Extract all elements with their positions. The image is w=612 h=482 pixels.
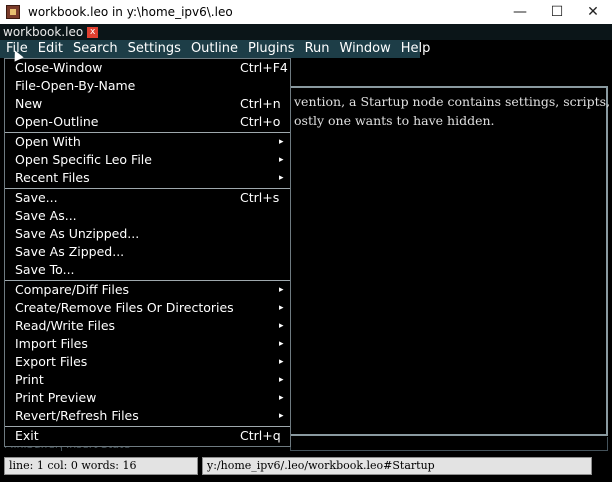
menu-item-label: Create/Remove Files Or Directories [15,300,234,315]
menu-item-recent-files[interactable]: Recent Files ▸ [5,169,290,187]
submenu-arrow-icon: ▸ [279,357,284,367]
menu-window[interactable]: Window [335,40,396,58]
menu-item-label: Save As Unzipped... [15,226,140,241]
menu-item-shortcut: Ctrl+s [240,190,280,205]
body-pane[interactable] [290,86,608,436]
menu-plugins[interactable]: Plugins [243,40,300,58]
menu-item-label: Save As... [15,208,77,223]
menu-item-shortcut: Ctrl+n [240,96,281,111]
menu-item-label: Open Specific Leo File [15,152,152,167]
minimize-button[interactable]: — [505,0,535,24]
file-menu-dropdown: Close-Window Ctrl+F4 File-Open-By-Name N… [4,58,291,447]
submenu-arrow-icon: ▸ [279,411,284,421]
menu-bar: File Edit Search Settings Outline Plugin… [0,40,430,58]
menu-item-export-files[interactable]: Export Files ▸ [5,353,290,371]
menu-item-print-preview[interactable]: Print Preview ▸ [5,389,290,407]
menu-settings[interactable]: Settings [123,40,186,58]
menu-item-import-files[interactable]: Import Files ▸ [5,335,290,353]
body-text[interactable]: vention, a Startup node contains setting… [294,92,612,130]
submenu-arrow-icon: ▸ [279,137,284,147]
tab-label: workbook.leo [3,25,84,39]
menu-item-save-to[interactable]: Save To... [5,261,290,279]
menu-outline[interactable]: Outline [186,40,243,58]
menu-item-label: Compare/Diff Files [15,282,130,297]
menu-item-label: Open With [15,134,81,149]
body-line-1: vention, a Startup node contains setting… [294,94,612,109]
menu-item-label: Print Preview [15,390,97,405]
menu-item-shortcut: Ctrl+o [240,114,281,129]
menu-item-print[interactable]: Print ▸ [5,371,290,389]
menu-item-label: Open-Outline [15,114,99,129]
menu-item-compare-diff-files[interactable]: Compare/Diff Files ▸ [5,281,290,299]
minibuffer-input[interactable] [290,437,608,451]
submenu-arrow-icon: ▸ [279,339,284,349]
menu-run[interactable]: Run [300,40,335,58]
menu-item-label: Exit [15,428,39,443]
submenu-arrow-icon: ▸ [279,155,284,165]
menu-item-file-open-by-name[interactable]: File-Open-By-Name [5,77,290,95]
menu-item-close-window[interactable]: Close-Window Ctrl+F4 [5,59,290,77]
menu-item-label: Export Files [15,354,88,369]
menu-item-label: Save... [15,190,58,205]
menu-help[interactable]: Help [396,40,436,58]
menu-item-read-write-files[interactable]: Read/Write Files ▸ [5,317,290,335]
menu-item-label: Save To... [15,262,75,277]
menu-item-label: Save As Zipped... [15,244,125,259]
menu-item-label: Revert/Refresh Files [15,408,139,423]
submenu-arrow-icon: ▸ [279,285,284,295]
menu-item-label: Recent Files [15,170,90,185]
menu-item-exit[interactable]: Exit Ctrl+q [5,427,290,445]
tab-row: workbook.leo x [0,24,612,40]
status-path: y:/home_ipv6/.leo/workbook.leo#Startup [202,457,592,475]
tab-workbook[interactable]: workbook.leo x [0,24,99,40]
menu-item-open-with[interactable]: Open With ▸ [5,133,290,151]
window-titlebar: workbook.leo in y:\home_ipv6\.leo — ☐ ✕ [0,0,612,24]
submenu-arrow-icon: ▸ [279,375,284,385]
menu-item-label: Read/Write Files [15,318,116,333]
maximize-button[interactable]: ☐ [542,0,572,24]
menu-item-revert-refresh-files[interactable]: Revert/Refresh Files ▸ [5,407,290,425]
submenu-arrow-icon: ▸ [279,393,284,403]
leo-app-icon [6,5,20,19]
menu-item-label: Import Files [15,336,88,351]
menu-item-save-as-zipped[interactable]: Save As Zipped... [5,243,290,261]
menu-item-shortcut: Ctrl+F4 [240,60,288,75]
menu-item-save-as[interactable]: Save As... [5,207,290,225]
menu-item-label: Print [15,372,44,387]
menu-item-label: File-Open-By-Name [15,78,136,93]
menu-item-open-outline[interactable]: Open-Outline Ctrl+o [5,113,290,131]
status-position: line: 1 col: 0 words: 16 [4,457,198,475]
menu-item-save[interactable]: Save... Ctrl+s [5,189,290,207]
window-title: workbook.leo in y:\home_ipv6\.leo [28,5,233,19]
menu-item-open-specific-leo-file[interactable]: Open Specific Leo File ▸ [5,151,290,169]
tab-close-icon[interactable]: x [87,26,99,38]
menu-item-new[interactable]: New Ctrl+n [5,95,290,113]
submenu-arrow-icon: ▸ [279,173,284,183]
submenu-arrow-icon: ▸ [279,303,284,313]
body-line-2: ostly one wants to have hidden. [294,113,495,128]
menu-item-shortcut: Ctrl+q [240,428,281,443]
submenu-arrow-icon: ▸ [279,321,284,331]
menu-item-create-remove-files[interactable]: Create/Remove Files Or Directories ▸ [5,299,290,317]
menu-item-label: New [15,96,43,111]
close-window-button[interactable]: ✕ [578,0,608,24]
menu-edit[interactable]: Edit [33,40,68,58]
menu-item-label: Close-Window [15,60,103,75]
menu-search[interactable]: Search [68,40,123,58]
menu-item-save-as-unzipped[interactable]: Save As Unzipped... [5,225,290,243]
